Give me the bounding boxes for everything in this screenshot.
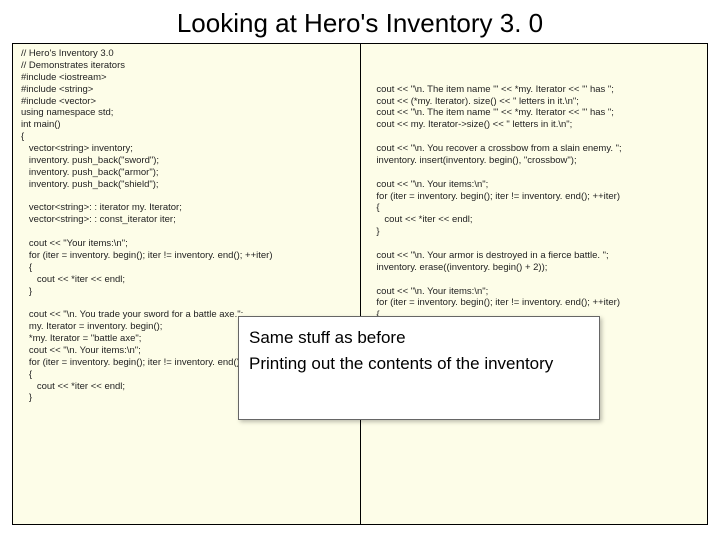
slide-title: Looking at Hero's Inventory 3. 0 (0, 8, 720, 39)
code-left-column: // Hero's Inventory 3.0 // Demonstrates … (13, 44, 361, 524)
code-right-column: cout << "\n. The item name '" << *my. It… (361, 44, 708, 524)
callout-line-1: Same stuff as before (249, 325, 589, 351)
callout-line-2: Printing out the contents of the invento… (249, 351, 589, 377)
annotation-callout: Same stuff as before Printing out the co… (238, 316, 600, 420)
code-container: // Hero's Inventory 3.0 // Demonstrates … (12, 43, 708, 525)
